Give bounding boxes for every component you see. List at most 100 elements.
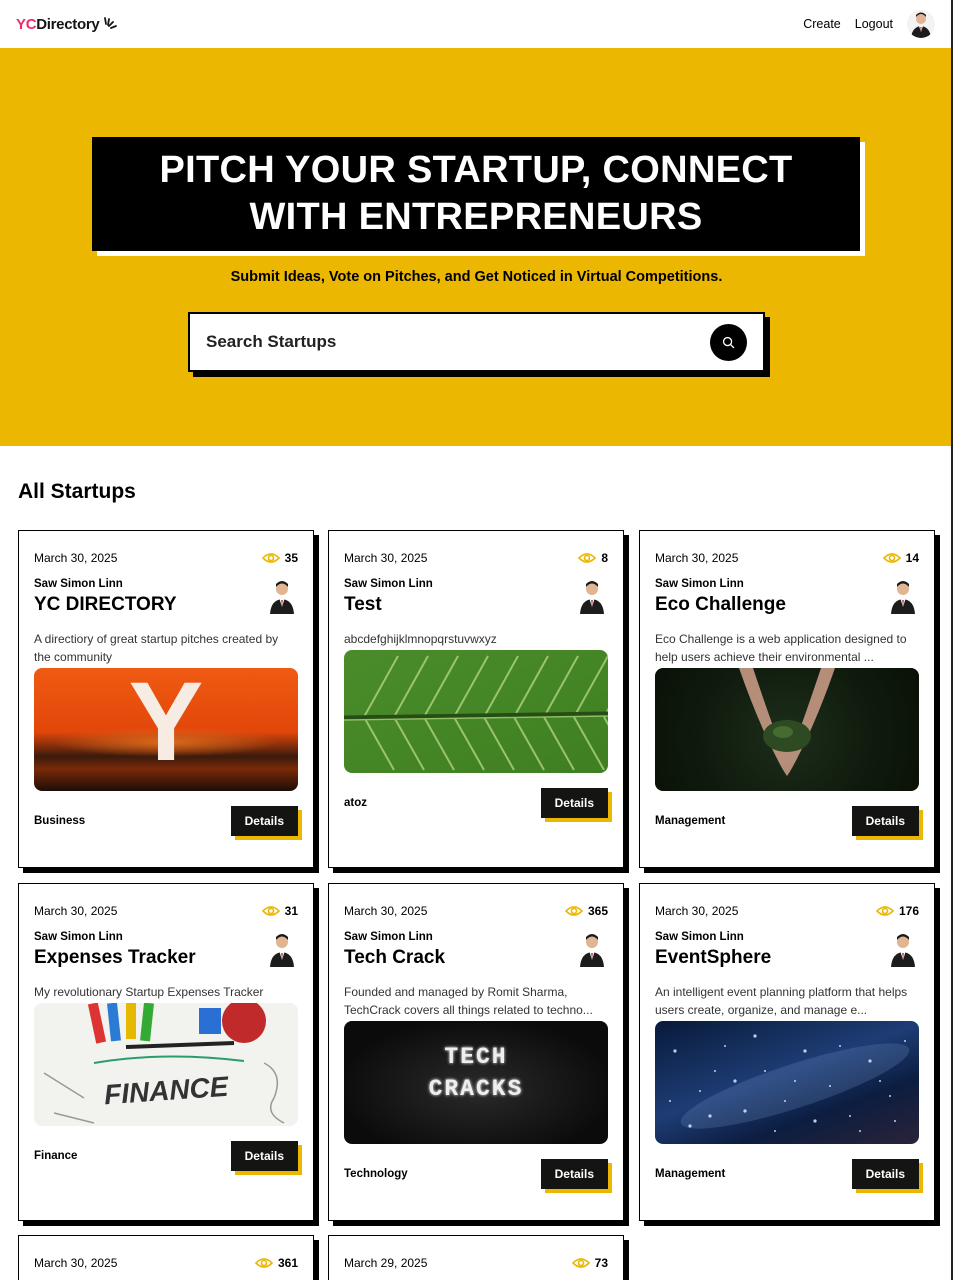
card-views: 35 bbox=[261, 551, 298, 565]
card-views: 361 bbox=[254, 1256, 298, 1270]
card-header: March 30, 2025 361 bbox=[34, 1256, 298, 1270]
details-button[interactable]: Details bbox=[540, 788, 608, 818]
card-description: abcdefghijklmnopqrstuvwxyz bbox=[344, 632, 497, 646]
card-category[interactable]: Management bbox=[655, 1168, 725, 1180]
card-author[interactable]: Saw Simon Linn bbox=[655, 931, 771, 943]
card-title[interactable]: Expenses Tracker bbox=[34, 947, 196, 969]
view-count: 35 bbox=[284, 551, 298, 565]
create-link[interactable]: Create bbox=[803, 17, 841, 31]
view-count: 361 bbox=[277, 1256, 298, 1270]
card-avatar[interactable] bbox=[887, 931, 919, 969]
startup-card[interactable]: March 29, 2025 73 bbox=[328, 1235, 624, 1280]
hero-subheading: Submit Ideas, Vote on Pitches, and Get N… bbox=[230, 269, 723, 285]
card-description: An intelligent event planning platform t… bbox=[655, 985, 908, 1017]
card-author-row: Saw Simon Linn EventSphere bbox=[655, 931, 919, 969]
tech-text-2: CRACKS bbox=[428, 1076, 524, 1102]
card-author[interactable]: Saw Simon Linn bbox=[34, 931, 196, 943]
card-description: My revolutionary Startup Expenses Tracke… bbox=[34, 985, 264, 999]
card-header: March 29, 2025 73 bbox=[344, 1256, 608, 1270]
card-author[interactable]: Saw Simon Linn bbox=[655, 578, 786, 590]
card-image[interactable] bbox=[344, 650, 608, 773]
card-category[interactable]: Technology bbox=[344, 1168, 408, 1180]
card-header: March 30, 2025 8 bbox=[344, 551, 608, 565]
card-author-row: Saw Simon Linn YC DIRECTORY bbox=[34, 578, 298, 616]
card-description: Eco Challenge is a web application desig… bbox=[655, 632, 907, 664]
startup-card[interactable]: March 30, 2025 8 Saw Simon Linn Test abcdefg… bbox=[328, 530, 624, 868]
card-views: 73 bbox=[571, 1256, 608, 1270]
logo-yc: YC bbox=[16, 15, 37, 33]
card-author[interactable]: Saw Simon Linn bbox=[344, 578, 433, 590]
view-count: 176 bbox=[898, 904, 919, 918]
author-avatar-icon bbox=[580, 581, 604, 614]
card-date: March 29, 2025 bbox=[344, 1256, 428, 1270]
search-input[interactable] bbox=[206, 332, 710, 352]
leaf-image bbox=[344, 650, 608, 773]
logo[interactable]: YC Directory bbox=[16, 16, 118, 33]
card-avatar[interactable] bbox=[887, 578, 919, 616]
page: YC Directory Create Logout PITCH YOUR STA… bbox=[0, 0, 953, 1280]
card-author-row: Saw Simon Linn Expenses Tracker bbox=[34, 931, 298, 969]
card-category[interactable]: Management bbox=[655, 815, 725, 827]
card-image[interactable]: Y bbox=[34, 668, 298, 791]
card-views: 8 bbox=[578, 551, 608, 565]
card-title[interactable]: Tech Crack bbox=[344, 947, 445, 969]
card-title[interactable]: Eco Challenge bbox=[655, 594, 786, 616]
card-image[interactable]: FINANCE bbox=[34, 1003, 298, 1126]
card-header: March 30, 2025 31 bbox=[34, 904, 298, 918]
view-count: 14 bbox=[905, 551, 919, 565]
card-category[interactable]: atoz bbox=[344, 797, 367, 809]
startup-card[interactable]: March 30, 2025 14 Saw Simon Linn Eco Challe… bbox=[639, 530, 935, 868]
startup-card[interactable]: March 30, 2025 35 Saw Simon Linn YC DIRECTO… bbox=[18, 530, 314, 868]
card-footer: atoz Details bbox=[344, 788, 608, 818]
hero-heading-line1: PITCH YOUR STARTUP, CONNECT bbox=[159, 149, 793, 191]
details-button[interactable]: Details bbox=[540, 1159, 608, 1189]
card-description: Founded and managed by Romit Sharma, Tec… bbox=[344, 985, 593, 1017]
card-views: 31 bbox=[261, 904, 298, 918]
card-footer: Management Details bbox=[655, 1159, 919, 1189]
card-header: March 30, 2025 365 bbox=[344, 904, 608, 918]
card-category[interactable]: Business bbox=[34, 815, 85, 827]
card-footer: Finance Details bbox=[34, 1141, 298, 1171]
card-date: March 30, 2025 bbox=[655, 904, 739, 918]
card-category[interactable]: Finance bbox=[34, 1150, 77, 1162]
search-button[interactable] bbox=[710, 323, 747, 361]
author-avatar-icon bbox=[580, 934, 604, 967]
card-image[interactable] bbox=[655, 668, 919, 791]
card-title[interactable]: Test bbox=[344, 594, 433, 616]
details-button[interactable]: Details bbox=[230, 1141, 298, 1171]
author-avatar-icon bbox=[270, 934, 294, 967]
author-avatar-icon bbox=[270, 581, 294, 614]
card-date: March 30, 2025 bbox=[344, 551, 428, 565]
user-avatar[interactable] bbox=[907, 10, 935, 38]
section-title: All Startups bbox=[18, 480, 136, 503]
card-footer: Technology Details bbox=[344, 1159, 608, 1189]
card-image[interactable]: TECH CRACKS bbox=[344, 1021, 608, 1144]
card-author-row: Saw Simon Linn Test bbox=[344, 578, 608, 616]
card-avatar[interactable] bbox=[266, 578, 298, 616]
card-avatar[interactable] bbox=[576, 578, 608, 616]
card-image[interactable] bbox=[655, 1021, 919, 1144]
spark-icon bbox=[104, 17, 118, 29]
logo-directory: Directory bbox=[36, 15, 100, 33]
details-button[interactable]: Details bbox=[230, 806, 298, 836]
starry-image bbox=[669, 1034, 910, 1132]
card-avatar[interactable] bbox=[266, 931, 298, 969]
eye-icon bbox=[254, 1258, 273, 1268]
view-count: 365 bbox=[587, 904, 608, 918]
startup-card[interactable]: March 30, 2025 365 Saw Simon Linn Tech Crac… bbox=[328, 883, 624, 1221]
details-button[interactable]: Details bbox=[851, 806, 919, 836]
author-avatar-icon bbox=[891, 581, 915, 614]
details-button[interactable]: Details bbox=[851, 1159, 919, 1189]
card-title[interactable]: YC DIRECTORY bbox=[34, 594, 177, 616]
card-title[interactable]: EventSphere bbox=[655, 947, 771, 969]
logout-link[interactable]: Logout bbox=[855, 17, 893, 31]
card-author[interactable]: Saw Simon Linn bbox=[344, 931, 445, 943]
card-author[interactable]: Saw Simon Linn bbox=[34, 578, 177, 590]
startup-card[interactable]: March 30, 2025 361 bbox=[18, 1235, 314, 1280]
eye-icon bbox=[882, 553, 901, 563]
startup-card[interactable]: March 30, 2025 176 Saw Simon Linn EventSphe… bbox=[639, 883, 935, 1221]
startup-card[interactable]: March 30, 2025 31 Saw Simon Linn Expenses T… bbox=[18, 883, 314, 1221]
card-avatar[interactable] bbox=[576, 931, 608, 969]
eye-icon bbox=[261, 906, 280, 916]
eye-icon bbox=[571, 1258, 590, 1268]
